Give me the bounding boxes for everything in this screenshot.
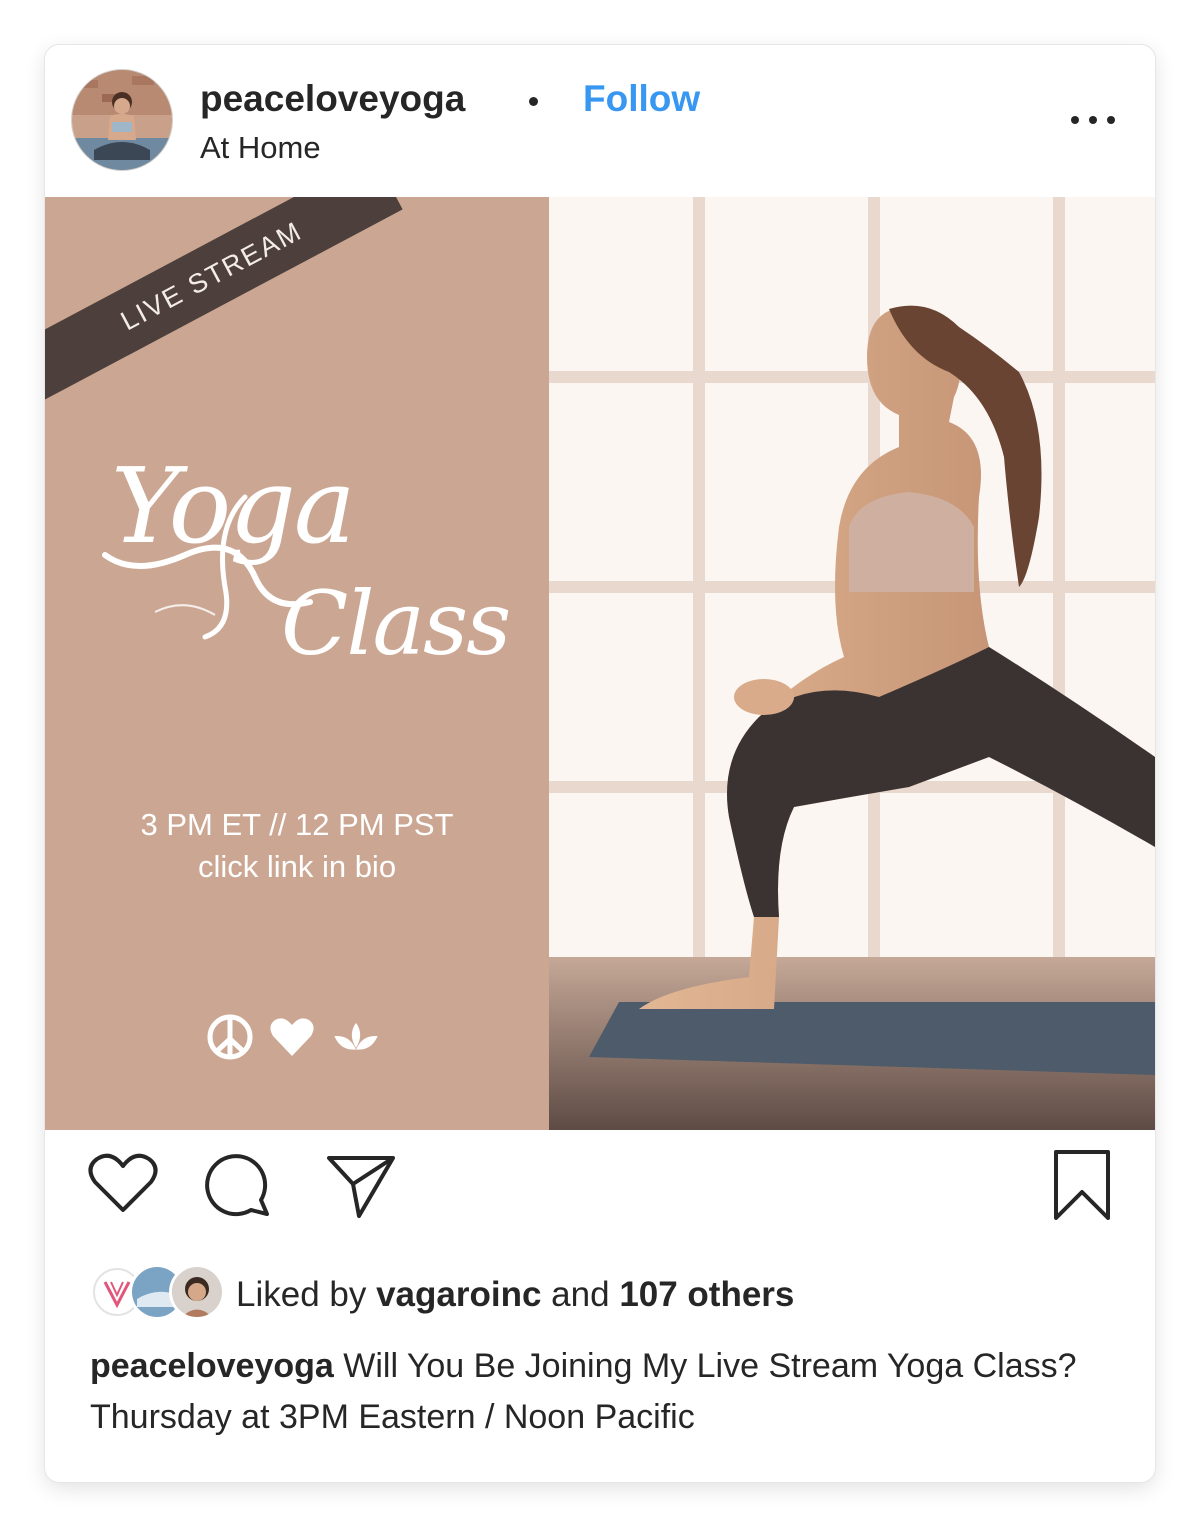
heart-icon	[270, 1018, 314, 1056]
post-actions	[45, 1130, 1155, 1250]
instagram-post-card: peaceloveyoga Follow At Home LIVE STREAM…	[45, 45, 1155, 1482]
likes-count-link[interactable]: 107 others	[619, 1275, 794, 1314]
peace-icon	[207, 1014, 253, 1060]
yoga-photo	[549, 197, 1155, 1130]
post-caption: peaceloveyoga Will You Be Joining My Liv…	[90, 1341, 1120, 1443]
lotus-icon	[334, 1022, 378, 1050]
header-username[interactable]: peaceloveyoga	[200, 78, 465, 120]
likes-middle: and	[541, 1275, 620, 1314]
ribbon-text: LIVE STREAM	[115, 215, 307, 336]
post-header: peaceloveyoga Follow At Home	[45, 45, 1155, 197]
heart-outline-icon[interactable]	[87, 1152, 159, 1216]
bookmark-icon[interactable]	[1050, 1148, 1114, 1224]
post-location[interactable]: At Home	[200, 130, 321, 166]
follow-button[interactable]: Follow	[583, 78, 700, 120]
title-yoga: Yoga	[111, 445, 356, 567]
promo-panel: LIVE STREAM Yoga Class 3 PM ET // 12 PM …	[45, 197, 549, 1130]
schedule-text: 3 PM ET // 12 PM PST	[140, 807, 454, 842]
title-class: Class	[281, 572, 511, 675]
likes-prefix: Liked by	[236, 1275, 377, 1314]
post-image[interactable]: LIVE STREAM Yoga Class 3 PM ET // 12 PM …	[45, 197, 1155, 1130]
separator-dot	[529, 97, 538, 106]
paper-plane-icon[interactable]	[325, 1148, 397, 1220]
caption-username[interactable]: peaceloveyoga	[90, 1347, 334, 1385]
cta-text: click link in bio	[197, 849, 397, 884]
likes-text: Liked by vagaroinc and 107 others	[236, 1275, 794, 1315]
liker-username[interactable]: vagaroinc	[376, 1275, 541, 1314]
more-options-icon[interactable]	[1067, 105, 1119, 135]
liker-avatar	[172, 1267, 222, 1317]
profile-avatar[interactable]	[72, 70, 172, 170]
live-stream-ribbon: LIVE STREAM	[45, 197, 403, 426]
likes-row: Liked by vagaroinc and 107 others	[90, 1263, 1090, 1323]
comment-icon[interactable]	[205, 1150, 275, 1220]
